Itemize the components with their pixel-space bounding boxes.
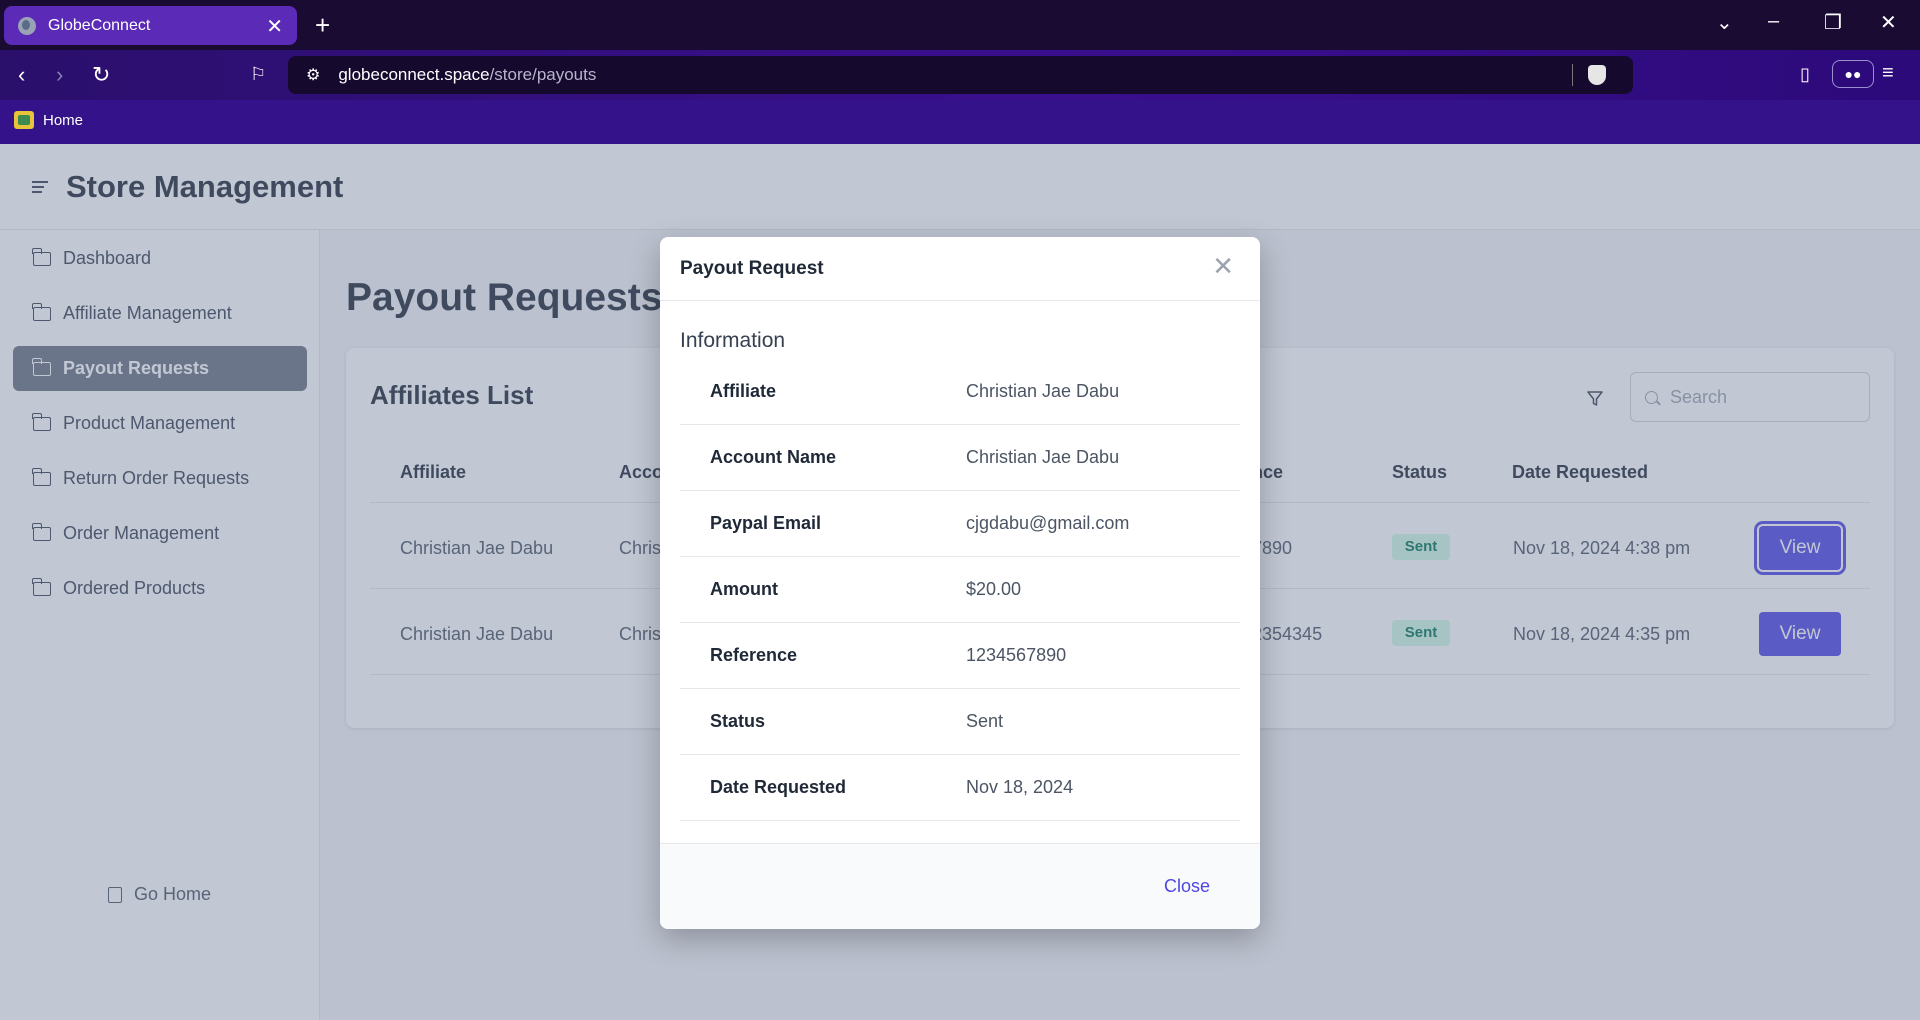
url-host: globeconnect.space — [338, 65, 490, 84]
info-value: Christian Jae Dabu — [966, 381, 1120, 401]
image-icon — [14, 111, 34, 129]
close-icon[interactable]: ✕ — [1212, 251, 1234, 282]
info-value: Sent — [966, 711, 1004, 731]
address-bar[interactable]: ⚙ globeconnect.space/store/payouts — [288, 56, 1633, 94]
reader-mode-icon[interactable]: ●● — [1832, 60, 1874, 88]
browser-tab[interactable]: GlobeConnect ✕ — [4, 6, 297, 45]
globe-icon — [18, 16, 36, 35]
info-value: cjgdabu@gmail.com — [966, 513, 1130, 533]
info-row-account-name: Account Name Christian Jae Dabu — [680, 425, 1240, 491]
payout-request-modal: Payout Request ✕ Information Affiliate C… — [660, 237, 1260, 929]
modal-header: Payout Request ✕ — [660, 237, 1260, 301]
browser-nav-bar: ‹ › ↻ ⚐ ⚙ globeconnect.space/store/payou… — [0, 50, 1920, 100]
info-row-status: Status Sent — [680, 689, 1240, 755]
info-label: Reference — [710, 645, 798, 665]
info-label: Amount — [710, 579, 778, 599]
brave-shield-icon[interactable] — [1588, 65, 1606, 85]
close-button[interactable]: Close — [1164, 876, 1210, 897]
info-label: Paypal Email — [710, 513, 822, 533]
info-value: Christian Jae Dabu — [966, 447, 1120, 467]
info-value: $20.00 — [966, 579, 1022, 599]
info-label: Account Name — [710, 447, 837, 467]
info-value: 1234567890 — [966, 645, 1067, 665]
back-icon[interactable]: ‹ — [18, 62, 25, 88]
modal-footer: Close — [660, 843, 1260, 929]
restore-icon[interactable]: ❐ — [1824, 10, 1842, 35]
modal-title: Payout Request — [680, 257, 824, 279]
new-tab-icon[interactable]: + — [315, 10, 330, 41]
info-label: Status — [710, 711, 766, 731]
sidebar-toggle-icon[interactable]: ▯ — [1800, 64, 1810, 85]
forward-icon[interactable]: › — [56, 62, 63, 88]
info-row-affiliate: Affiliate Christian Jae Dabu — [680, 359, 1240, 425]
tab-close-icon[interactable]: ✕ — [266, 14, 283, 39]
info-value: Nov 18, 2024 — [966, 777, 1074, 797]
window-close-icon[interactable]: ✕ — [1880, 10, 1897, 35]
bookmark-home-label: Home — [43, 111, 84, 129]
bookmark-home[interactable]: Home — [14, 111, 83, 129]
info-row-amount: Amount $20.00 — [680, 557, 1240, 623]
info-row-reference: Reference 1234567890 — [680, 623, 1240, 689]
reload-icon[interactable]: ↻ — [92, 62, 110, 88]
url-path: /store/payouts — [489, 65, 597, 84]
bookmark-icon[interactable]: ⚐ — [250, 64, 266, 85]
info-label: Date Requested — [710, 777, 847, 797]
site-settings-icon[interactable]: ⚙ — [306, 65, 320, 85]
tab-title: GlobeConnect — [48, 16, 151, 34]
browser-tab-bar: GlobeConnect ✕ + ⌄ – ❐ ✕ — [0, 0, 1920, 50]
info-row-date-requested: Date Requested Nov 18, 2024 — [680, 755, 1240, 821]
bookmarks-bar: Home — [0, 100, 1920, 144]
tab-list-icon[interactable]: ⌄ — [1716, 10, 1733, 35]
info-label: Affiliate — [710, 381, 777, 401]
section-title: Information — [680, 329, 786, 352]
minimize-icon[interactable]: – — [1768, 10, 1779, 33]
info-row-paypal-email: Paypal Email cjgdabu@gmail.com — [680, 491, 1240, 557]
browser-menu-icon[interactable]: ≡ — [1882, 62, 1894, 85]
url-divider — [1572, 64, 1573, 86]
